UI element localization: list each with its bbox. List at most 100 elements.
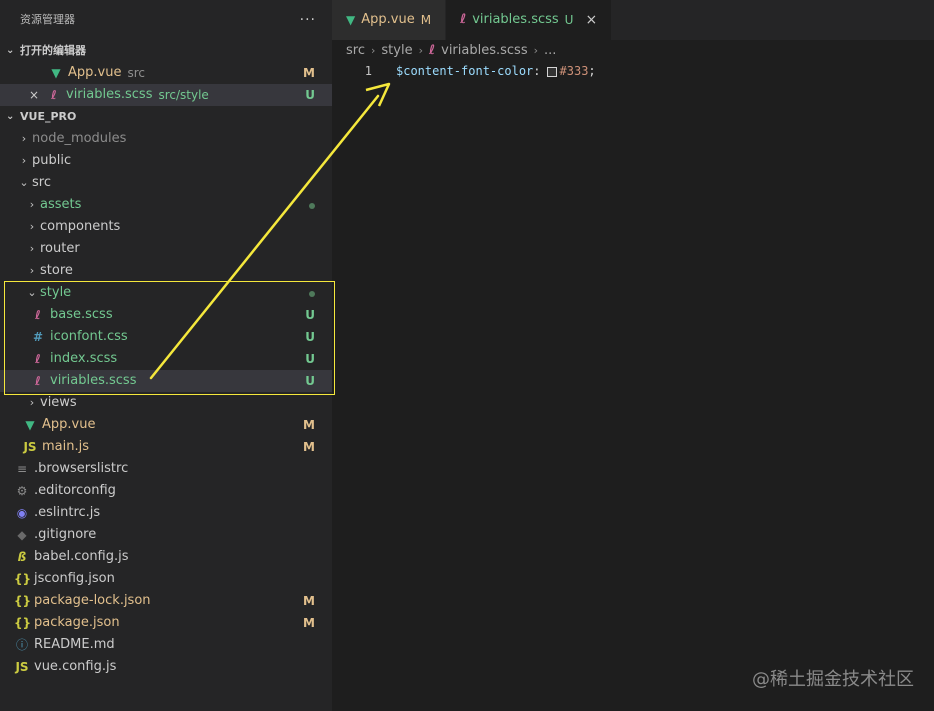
- colon: :: [533, 64, 541, 78]
- chevron-right-icon: ›: [21, 132, 27, 145]
- watermark: @稀土掘金技术社区: [752, 669, 914, 690]
- lines-icon: ≡: [16, 462, 28, 476]
- explorer-header: 资源管理器 ···: [0, 0, 332, 40]
- tree-item-vue-config[interactable]: JS vue.config.js: [0, 656, 332, 678]
- tree-item-label: viriables.scss: [50, 373, 137, 388]
- tree-item-label: .editorconfig: [34, 483, 116, 498]
- tab-label: App.vue: [361, 12, 415, 27]
- editor-tabs: ▼ App.vue M ℓ viriables.scss U ×: [332, 0, 934, 40]
- tree-item-style[interactable]: ⌄ style: [0, 282, 332, 304]
- tree-item-label: App.vue: [42, 417, 96, 432]
- git-status-badge: U: [564, 13, 574, 27]
- tree-item-label: .browserslistrc: [34, 461, 129, 476]
- tree-item-label: README.md: [34, 637, 115, 652]
- chevron-down-icon: ⌄: [6, 45, 15, 56]
- tab-viriables-scss[interactable]: ℓ viriables.scss U ×: [446, 0, 613, 40]
- git-status-badge: U: [305, 330, 315, 344]
- chevron-down-icon: ⌄: [27, 286, 37, 299]
- tree-item-index-scss[interactable]: ℓ index.scss U: [0, 348, 332, 370]
- chevron-right-icon: ›: [533, 44, 538, 57]
- tree-item-store[interactable]: › store: [0, 260, 332, 282]
- tree-item-label: main.js: [42, 439, 89, 454]
- chevron-right-icon: ›: [29, 396, 35, 409]
- tree-item-label: package-lock.json: [34, 593, 151, 608]
- tree-item-label: base.scss: [50, 307, 113, 322]
- tree-item-label: babel.config.js: [34, 549, 129, 564]
- tree-item-package-json[interactable]: {} package.json M: [0, 612, 332, 634]
- code-editor[interactable]: 1 $content-font-color: #333;: [332, 62, 934, 711]
- tree-item-components[interactable]: › components: [0, 216, 332, 238]
- explorer-sidebar: 资源管理器 ··· ⌄ 打开的编辑器 ▼ App.vue src M × ℓ v…: [0, 0, 332, 711]
- tree-item-assets[interactable]: › assets: [0, 194, 332, 216]
- close-icon[interactable]: ×: [26, 84, 42, 106]
- tree-item-label: index.scss: [50, 351, 118, 366]
- breadcrumb-item[interactable]: ...: [544, 40, 556, 62]
- more-actions-icon[interactable]: ···: [300, 0, 316, 40]
- semicolon: ;: [588, 64, 596, 78]
- chevron-right-icon: ›: [29, 264, 35, 277]
- git-status-badge: M: [303, 440, 315, 454]
- tree-item-babel-config[interactable]: ß babel.config.js: [0, 546, 332, 568]
- color-swatch[interactable]: [546, 66, 557, 77]
- git-status-badge: U: [305, 374, 315, 388]
- chevron-right-icon: ›: [370, 44, 376, 57]
- breadcrumb-item[interactable]: viriables.scss: [441, 40, 527, 62]
- json-icon: {}: [14, 594, 32, 608]
- chevron-right-icon: ›: [29, 220, 35, 233]
- tree-item-base-scss[interactable]: ℓ base.scss U: [0, 304, 332, 326]
- tree-item-jsconfig[interactable]: {} jsconfig.json: [0, 568, 332, 590]
- tree-item-eslintrc[interactable]: ◉ .eslintrc.js: [0, 502, 332, 524]
- tree-item-iconfont-css[interactable]: # iconfont.css U: [0, 326, 332, 348]
- breadcrumb-item[interactable]: style: [381, 40, 412, 62]
- tree-item-viriables-scss[interactable]: ℓ viriables.scss U: [0, 370, 332, 392]
- chevron-down-icon: ⌄: [19, 176, 29, 189]
- tree-item-readme[interactable]: ⓘ README.md: [0, 634, 332, 656]
- sass-icon: ℓ: [460, 12, 467, 27]
- git-status-badge: U: [305, 352, 315, 366]
- tree-item-label: .eslintrc.js: [34, 505, 101, 520]
- open-editors-section[interactable]: ⌄ 打开的编辑器: [0, 40, 332, 62]
- tree-item-editorconfig[interactable]: ⚙ .editorconfig: [0, 480, 332, 502]
- vue-icon: ▼: [25, 418, 35, 432]
- scss-variable: $content-font-color: [396, 64, 534, 78]
- open-editor-label: viriables.scss: [66, 87, 153, 102]
- tree-item-router[interactable]: › router: [0, 238, 332, 260]
- js-icon: JS: [23, 440, 37, 454]
- tree-item-label: store: [40, 263, 73, 278]
- tree-item-main-js[interactable]: JS main.js M: [0, 436, 332, 458]
- git-status-badge: M: [303, 66, 315, 80]
- css-icon: #: [32, 330, 44, 344]
- open-editor-desc: src/style: [158, 88, 209, 102]
- open-editors-title: 打开的编辑器: [20, 44, 86, 57]
- babel-icon: ß: [17, 550, 27, 564]
- tree-item-package-lock[interactable]: {} package-lock.json M: [0, 590, 332, 612]
- tree-item-label: views: [40, 395, 77, 410]
- line-number: 1: [364, 64, 372, 78]
- open-editor-label: App.vue: [68, 65, 122, 80]
- json-icon: {}: [14, 616, 32, 630]
- tab-app-vue[interactable]: ▼ App.vue M: [332, 0, 447, 40]
- tree-item-gitignore[interactable]: ◆ .gitignore: [0, 524, 332, 546]
- breadcrumb-item[interactable]: src: [346, 40, 365, 62]
- chevron-down-icon: ⌄: [6, 111, 15, 122]
- open-editor-viriables-scss[interactable]: × ℓ viriables.scss src/style U: [0, 84, 332, 106]
- tree-item-src[interactable]: ⌄ src: [0, 172, 332, 194]
- tree-item-label: vue.config.js: [34, 659, 117, 674]
- tab-label: viriables.scss: [472, 12, 559, 27]
- chevron-right-icon: ›: [29, 242, 35, 255]
- vue-icon: ▼: [51, 66, 61, 80]
- git-status-badge: U: [305, 88, 315, 102]
- tree-item-views[interactable]: › views: [0, 392, 332, 414]
- open-editor-desc: src: [127, 66, 145, 80]
- tree-item-app-vue[interactable]: ▼ App.vue M: [0, 414, 332, 436]
- close-icon[interactable]: ×: [585, 0, 597, 40]
- project-section[interactable]: ⌄ VUE_PRO: [0, 106, 332, 128]
- sass-icon: ℓ: [35, 308, 41, 322]
- tree-item-node-modules[interactable]: › node_modules: [0, 128, 332, 150]
- tree-item-label: components: [40, 219, 121, 234]
- tree-item-public[interactable]: › public: [0, 150, 332, 172]
- sass-icon: ℓ: [428, 43, 436, 58]
- tree-item-browserslistrc[interactable]: ≡ .browserslistrc: [0, 458, 332, 480]
- sass-icon: ℓ: [35, 374, 41, 388]
- open-editor-app-vue[interactable]: ▼ App.vue src M: [0, 62, 332, 84]
